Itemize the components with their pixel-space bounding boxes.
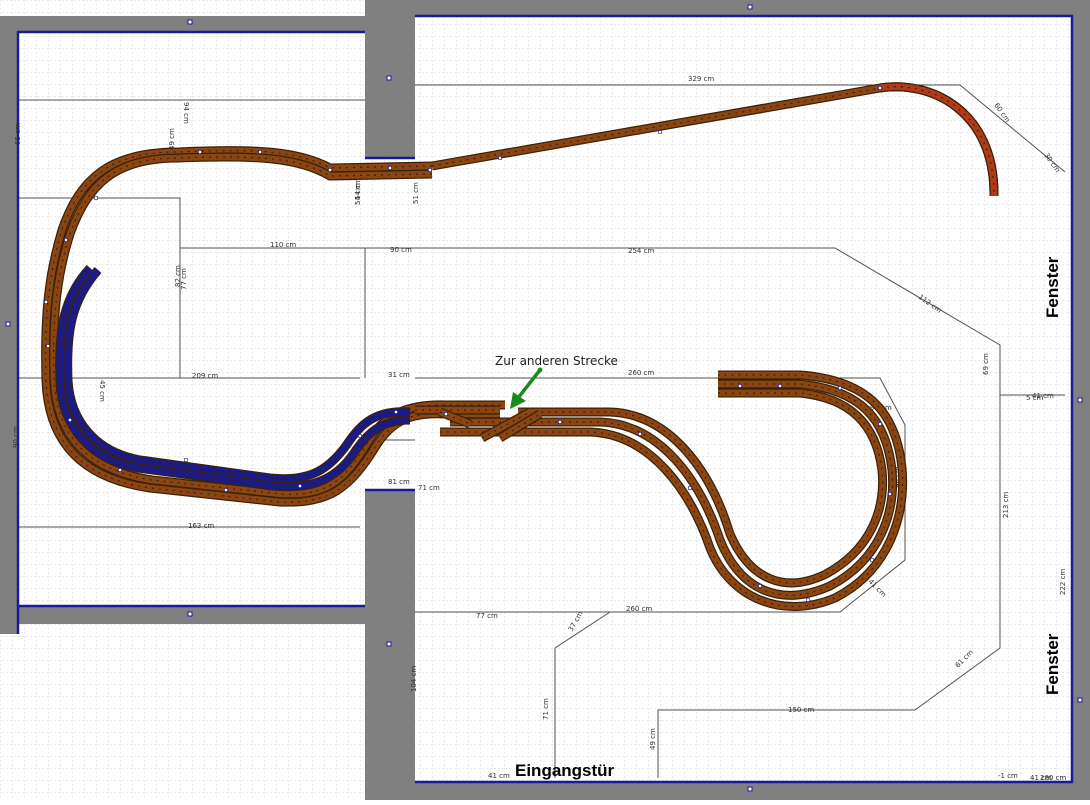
track-joint bbox=[258, 150, 262, 154]
dimension-label: 41 cm bbox=[488, 772, 510, 780]
dimension-label: 49 cm bbox=[649, 728, 657, 750]
track-joint bbox=[224, 488, 228, 492]
dimension-label: 209 cm bbox=[192, 372, 218, 380]
track-joint bbox=[878, 422, 882, 426]
dimension-label: 77 cm bbox=[476, 612, 498, 620]
wall-top-left bbox=[0, 16, 365, 32]
track-joint bbox=[64, 238, 68, 242]
track-joint bbox=[394, 410, 398, 414]
track-joint bbox=[558, 420, 562, 424]
dimension-label: 260 cm bbox=[626, 605, 652, 613]
dimension-label: 49 cm bbox=[168, 128, 176, 150]
dimension-label: 71 cm bbox=[418, 484, 440, 492]
label-entrance-door: Eingangstür bbox=[515, 761, 615, 780]
dimension-label: 54 cm bbox=[354, 183, 362, 205]
annotation-text: Zur anderen Strecke bbox=[495, 354, 618, 368]
track-joint bbox=[878, 86, 882, 90]
track-joint bbox=[46, 344, 50, 348]
dimension-label: 163 cm bbox=[188, 522, 214, 530]
label-window-top: Fenster bbox=[1043, 256, 1062, 318]
dimension-label: 90 cm bbox=[12, 426, 20, 448]
dimension-label: 94 cm bbox=[182, 102, 190, 124]
track-joint bbox=[838, 386, 842, 390]
track-joint bbox=[94, 196, 98, 200]
dimension-label: 31 cm bbox=[388, 371, 410, 379]
track-joint bbox=[870, 558, 874, 562]
track-joint bbox=[328, 168, 332, 172]
dimension-label: -1 cm bbox=[998, 772, 1018, 780]
track-joint bbox=[184, 458, 188, 462]
track-joint bbox=[68, 418, 72, 422]
dimension-label: 69 cm bbox=[982, 353, 990, 375]
track-joint bbox=[888, 492, 892, 496]
dimension-label: 150 cm bbox=[788, 706, 814, 714]
dimension-label: 45 cm bbox=[98, 380, 106, 402]
track-joint bbox=[118, 468, 122, 472]
track-joint bbox=[428, 168, 432, 172]
dimension-label: 71 cm bbox=[542, 698, 550, 720]
track-joint bbox=[388, 166, 392, 170]
dimension-label: 213 cm bbox=[1002, 492, 1010, 518]
dimension-label: 5 cm bbox=[1026, 394, 1044, 402]
track-joint bbox=[358, 434, 362, 438]
track-joint bbox=[658, 130, 662, 134]
grid-background bbox=[0, 0, 1090, 800]
track-joint bbox=[806, 598, 810, 602]
dimension-label: 260 cm bbox=[628, 369, 654, 377]
dimension-label: 81 cm bbox=[388, 478, 410, 486]
wall-bottom-right bbox=[415, 782, 1072, 800]
label-window-bottom: Fenster bbox=[1043, 633, 1062, 695]
track-joint bbox=[444, 412, 448, 416]
dimension-label: 110 cm bbox=[270, 241, 296, 249]
wall-bottom-left bbox=[0, 606, 365, 624]
track-joint bbox=[44, 300, 48, 304]
track-joint bbox=[758, 584, 762, 588]
dimension-label: 90 cm bbox=[390, 246, 412, 254]
track-joint bbox=[298, 484, 302, 488]
track-joint bbox=[638, 432, 642, 436]
track-joint bbox=[498, 156, 502, 160]
track-joint bbox=[778, 384, 782, 388]
track-joint bbox=[198, 150, 202, 154]
dimension-label: 254 cm bbox=[628, 247, 654, 255]
annotation-dot bbox=[537, 367, 543, 373]
track-joint bbox=[688, 486, 692, 490]
dimension-label: 65 cm bbox=[14, 123, 22, 145]
track-plan: 329 cm 110 cm 254 cm 209 cm 31 cm 260 cm 112 c… bbox=[0, 0, 1090, 800]
dimension-label: 104 cm bbox=[410, 666, 418, 692]
dimension-label: 280 cm bbox=[1040, 774, 1066, 782]
track-joint bbox=[738, 384, 742, 388]
dimension-label: 222 cm bbox=[1059, 569, 1067, 595]
dimension-label: 77 cm bbox=[180, 268, 188, 290]
dimension-label: 329 cm bbox=[688, 75, 714, 83]
dimension-label: 51 cm bbox=[412, 182, 420, 204]
